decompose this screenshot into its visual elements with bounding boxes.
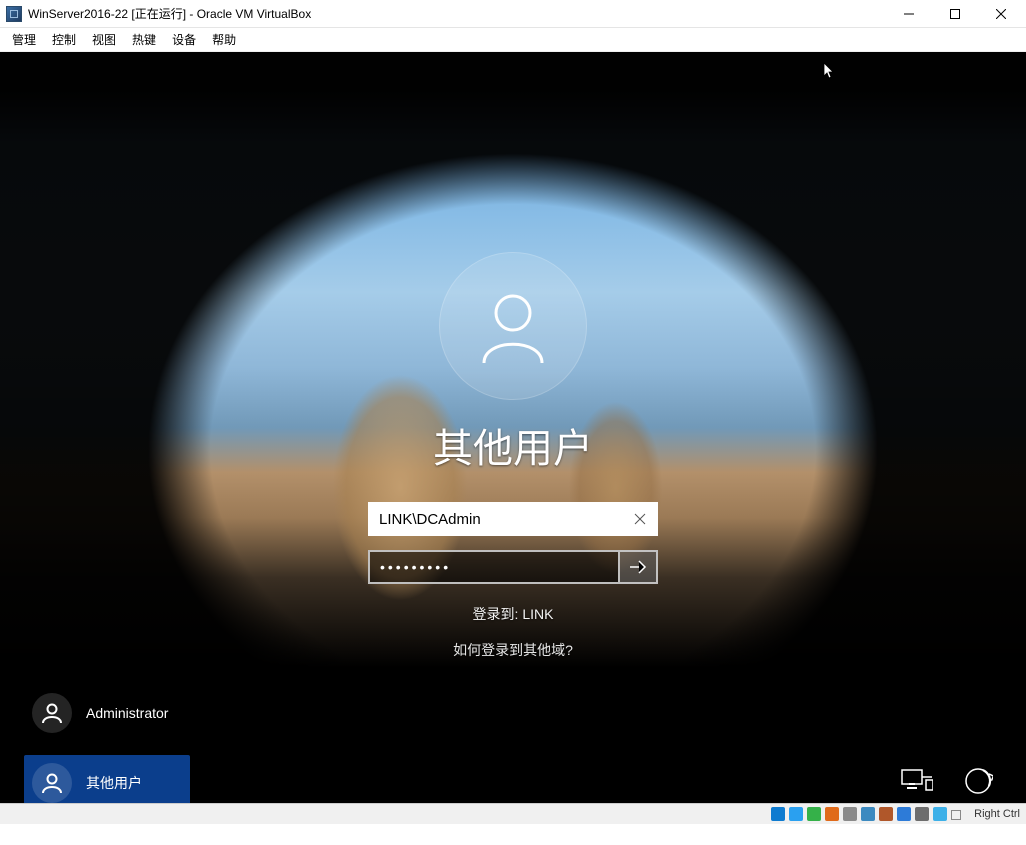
password-row [368,550,658,584]
vbox-menubar: 管理 控制 视图 热键 设备 帮助 [0,28,1026,52]
vbox-titlebar: WinServer2016-22 [正在运行] - Oracle VM Virt… [0,0,1026,28]
menu-manage[interactable]: 管理 [4,29,44,50]
status-hostkey-label: Right Ctrl [974,808,1020,820]
status-shared-folders-icon[interactable] [861,807,875,821]
menu-view[interactable]: 视图 [84,29,124,50]
status-mouse-icon[interactable] [933,807,947,821]
user-switch-other-user[interactable]: 其他用户 [24,755,190,803]
status-usb-icon[interactable] [843,807,857,821]
user-switcher: Administrator 其他用户 [24,685,190,803]
login-display-name: 其他用户 [433,416,593,474]
username-input[interactable] [368,502,658,536]
menu-help[interactable]: 帮助 [204,29,244,50]
user-icon [32,693,72,733]
user-switch-label: 其他用户 [86,773,142,793]
domain-label: 登录到: LINK [473,604,554,624]
window-minimize-button[interactable] [886,0,932,28]
login-corner-buttons [896,761,998,801]
window-title: WinServer2016-22 [正在运行] - Oracle VM Virt… [28,5,886,22]
clear-username-button[interactable] [628,502,652,536]
menu-devices[interactable]: 设备 [164,29,204,50]
user-switch-label: Administrator [86,705,168,721]
menu-control[interactable]: 控制 [44,29,84,50]
window-maximize-button[interactable] [932,0,978,28]
status-network-icon[interactable] [825,807,839,821]
status-display-icon[interactable] [879,807,893,821]
window-close-button[interactable] [978,0,1024,28]
mouse-cursor-icon [823,62,835,80]
ease-of-access-icon[interactable] [958,761,998,801]
user-switch-administrator[interactable]: Administrator [24,685,190,741]
menu-hotkeys[interactable]: 热键 [124,29,164,50]
status-hostkey-icon [951,810,961,820]
user-avatar-large [439,252,587,400]
vbox-statusbar: Right Ctrl [0,803,1026,824]
other-domain-help-link[interactable]: 如何登录到其他域? [453,640,573,660]
status-recording-icon[interactable] [897,807,911,821]
virtualbox-icon [6,6,22,22]
guest-area: 其他用户 登录到: LINK 如何登录到其他域? [0,52,1026,824]
status-audio-icon[interactable] [807,807,821,821]
password-input[interactable] [368,550,620,584]
status-optical-icon[interactable] [789,807,803,821]
username-row [368,502,658,536]
user-icon [32,763,72,803]
status-cpu-icon[interactable] [915,807,929,821]
network-icon[interactable] [896,761,936,801]
status-hd-icon[interactable] [771,807,785,821]
login-panel: 其他用户 登录到: LINK 如何登录到其他域? [0,252,1026,660]
login-submit-button[interactable] [620,550,658,584]
